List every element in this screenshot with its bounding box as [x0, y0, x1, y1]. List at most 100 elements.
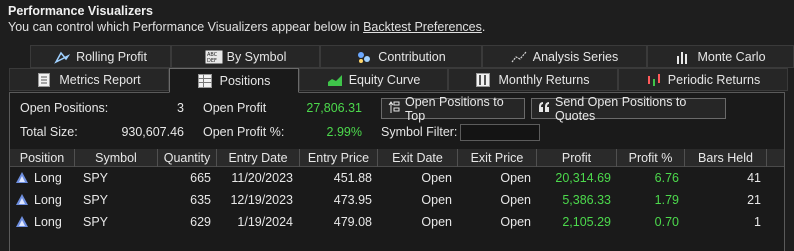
tab-metrics-report[interactable]: Metrics Report — [9, 68, 169, 91]
tab-row-1: Rolling Profit ABC DEF By Symbol Contribu… — [0, 45, 794, 68]
column-header-exit-price[interactable]: Exit Price — [458, 149, 537, 167]
tab-label: Periodic Returns — [667, 72, 761, 87]
open-profit-value: 27,806.31 — [306, 101, 362, 115]
periodic-returns-icon — [646, 73, 662, 87]
rolling-profit-icon — [54, 50, 71, 64]
quotes-icon — [538, 101, 550, 116]
total-size-value: 930,607.46 — [121, 125, 184, 139]
column-header-bars-held[interactable]: Bars Held — [685, 149, 767, 167]
open-positions-value: 3 — [177, 101, 184, 115]
entry-price-cell: 451.88 — [333, 171, 372, 185]
sort-to-top-icon — [388, 100, 400, 117]
exit-date-cell: Open — [421, 193, 452, 207]
metrics-report-icon — [37, 72, 53, 87]
long-position-icon — [16, 172, 28, 183]
tab-label: Metrics Report — [59, 72, 141, 87]
table-row[interactable]: Long SPY 635 12/19/2023 473.95 Open Open… — [10, 189, 784, 211]
open-positions-label: Open Positions: — [20, 101, 109, 115]
column-header-symbol[interactable]: Symbol — [75, 149, 158, 167]
profit-cell: 5,386.33 — [562, 193, 611, 207]
position-cell: Long — [16, 189, 62, 211]
exit-date-cell: Open — [421, 171, 452, 185]
open-profit-label: Open Profit — [203, 101, 267, 115]
tab-equity-curve[interactable]: Equity Curve — [299, 68, 448, 91]
tab-monte-carlo[interactable]: Monte Carlo — [647, 45, 794, 68]
quantity-cell: 635 — [190, 193, 211, 207]
positions-panel: Open Positions: 3 Open Profit 27,806.31 … — [9, 92, 785, 251]
table-row[interactable]: Long SPY 665 11/20/2023 451.88 Open Open… — [10, 167, 784, 189]
contribution-icon — [356, 50, 372, 64]
column-header-profit-pct[interactable]: Profit % — [617, 149, 685, 167]
entry-date-cell: 11/20/2023 — [231, 171, 293, 185]
header: Performance Visualizers You can control … — [8, 3, 485, 35]
column-header-exit-date[interactable]: Exit Date — [378, 149, 458, 167]
tab-label: Rolling Profit — [76, 49, 147, 64]
open-profit-pct-value: 2.99% — [326, 125, 362, 139]
exit-price-cell: Open — [500, 171, 531, 185]
page-subtitle: You can control which Performance Visual… — [8, 19, 485, 35]
equity-curve-icon — [327, 73, 343, 87]
table-header: Position Symbol Quantity Entry Date Entr… — [10, 149, 784, 167]
entry-date-cell: 1/19/2024 — [237, 215, 293, 229]
profit-pct-cell: 1.79 — [654, 193, 679, 207]
tab-contribution[interactable]: Contribution — [320, 45, 482, 68]
entry-price-cell: 479.08 — [333, 215, 372, 229]
tab-positions[interactable]: Positions — [169, 68, 299, 93]
symbol-cell: SPY — [83, 193, 109, 207]
symbol-cell: SPY — [83, 171, 109, 185]
open-positions-to-top-button[interactable]: Open Positions to Top — [381, 95, 525, 123]
symbol-filter-label: Symbol Filter: — [381, 125, 458, 139]
subtitle-text: You can control which Performance Visual… — [8, 20, 364, 34]
total-size-label: Total Size: — [20, 125, 78, 139]
exit-date-cell: Open — [421, 215, 452, 229]
subtitle-suffix: . — [481, 20, 486, 34]
send-to-quotes-button[interactable]: Send Open Positions to Quotes — [531, 95, 726, 123]
tab-monthly-returns[interactable]: Monthly Returns — [448, 68, 618, 91]
long-position-icon — [16, 216, 28, 227]
backtest-preferences-link[interactable]: Backtest Preferences — [363, 20, 482, 34]
tab-periodic-returns[interactable]: Periodic Returns — [618, 68, 788, 91]
tab-label: Monthly Returns — [498, 72, 590, 87]
tab-label: Positions — [219, 73, 271, 88]
long-position-icon — [16, 194, 28, 205]
tab-rolling-profit[interactable]: Rolling Profit — [30, 45, 171, 68]
position-cell: Long — [16, 211, 62, 233]
page-title: Performance Visualizers — [8, 4, 153, 18]
symbol-cell: SPY — [83, 215, 109, 229]
button-label: Send Open Positions to Quotes — [555, 94, 687, 123]
tab-label: Analysis Series — [532, 49, 619, 64]
profit-pct-cell: 0.70 — [654, 215, 679, 229]
quantity-cell: 629 — [190, 215, 211, 229]
tab-label: Equity Curve — [348, 72, 421, 87]
column-header-position[interactable]: Position — [10, 149, 75, 167]
tab-analysis-series[interactable]: Analysis Series — [482, 45, 647, 68]
bars-held-cell: 21 — [747, 193, 761, 207]
profit-cell: 20,314.69 — [555, 171, 611, 185]
tab-label: By Symbol — [226, 49, 287, 64]
tab-row-2: Metrics Report Positions Equity Curve Mo… — [0, 68, 794, 93]
tab-by-symbol[interactable]: ABC DEF By Symbol — [171, 45, 320, 68]
bars-held-cell: 41 — [747, 171, 761, 185]
column-header-quantity[interactable]: Quantity — [158, 149, 217, 167]
quantity-cell: 665 — [190, 171, 211, 185]
entry-date-cell: 12/19/2023 — [230, 193, 293, 207]
entry-price-cell: 473.95 — [333, 193, 372, 207]
table-row[interactable]: Long SPY 629 1/19/2024 479.08 Open Open … — [10, 211, 784, 233]
tab-label: Contribution — [378, 49, 446, 64]
exit-price-cell: Open — [500, 193, 531, 207]
column-header-entry-price[interactable]: Entry Price — [300, 149, 378, 167]
abc-symbol-icon: ABC DEF — [205, 50, 223, 64]
positions-icon — [197, 73, 214, 88]
analysis-series-icon — [511, 50, 527, 64]
tab-label: Monte Carlo — [697, 49, 766, 64]
column-header-entry-date[interactable]: Entry Date — [217, 149, 300, 167]
monte-carlo-icon — [675, 50, 691, 64]
exit-price-cell: Open — [500, 215, 531, 229]
column-header-profit[interactable]: Profit — [537, 149, 617, 167]
profit-pct-cell: 6.76 — [654, 171, 679, 185]
svg-text:DEF: DEF — [207, 58, 217, 64]
button-label: Open Positions to Top — [405, 94, 504, 123]
symbol-filter-input[interactable] — [460, 124, 540, 141]
position-cell: Long — [16, 167, 62, 189]
bars-held-cell: 1 — [754, 215, 761, 229]
